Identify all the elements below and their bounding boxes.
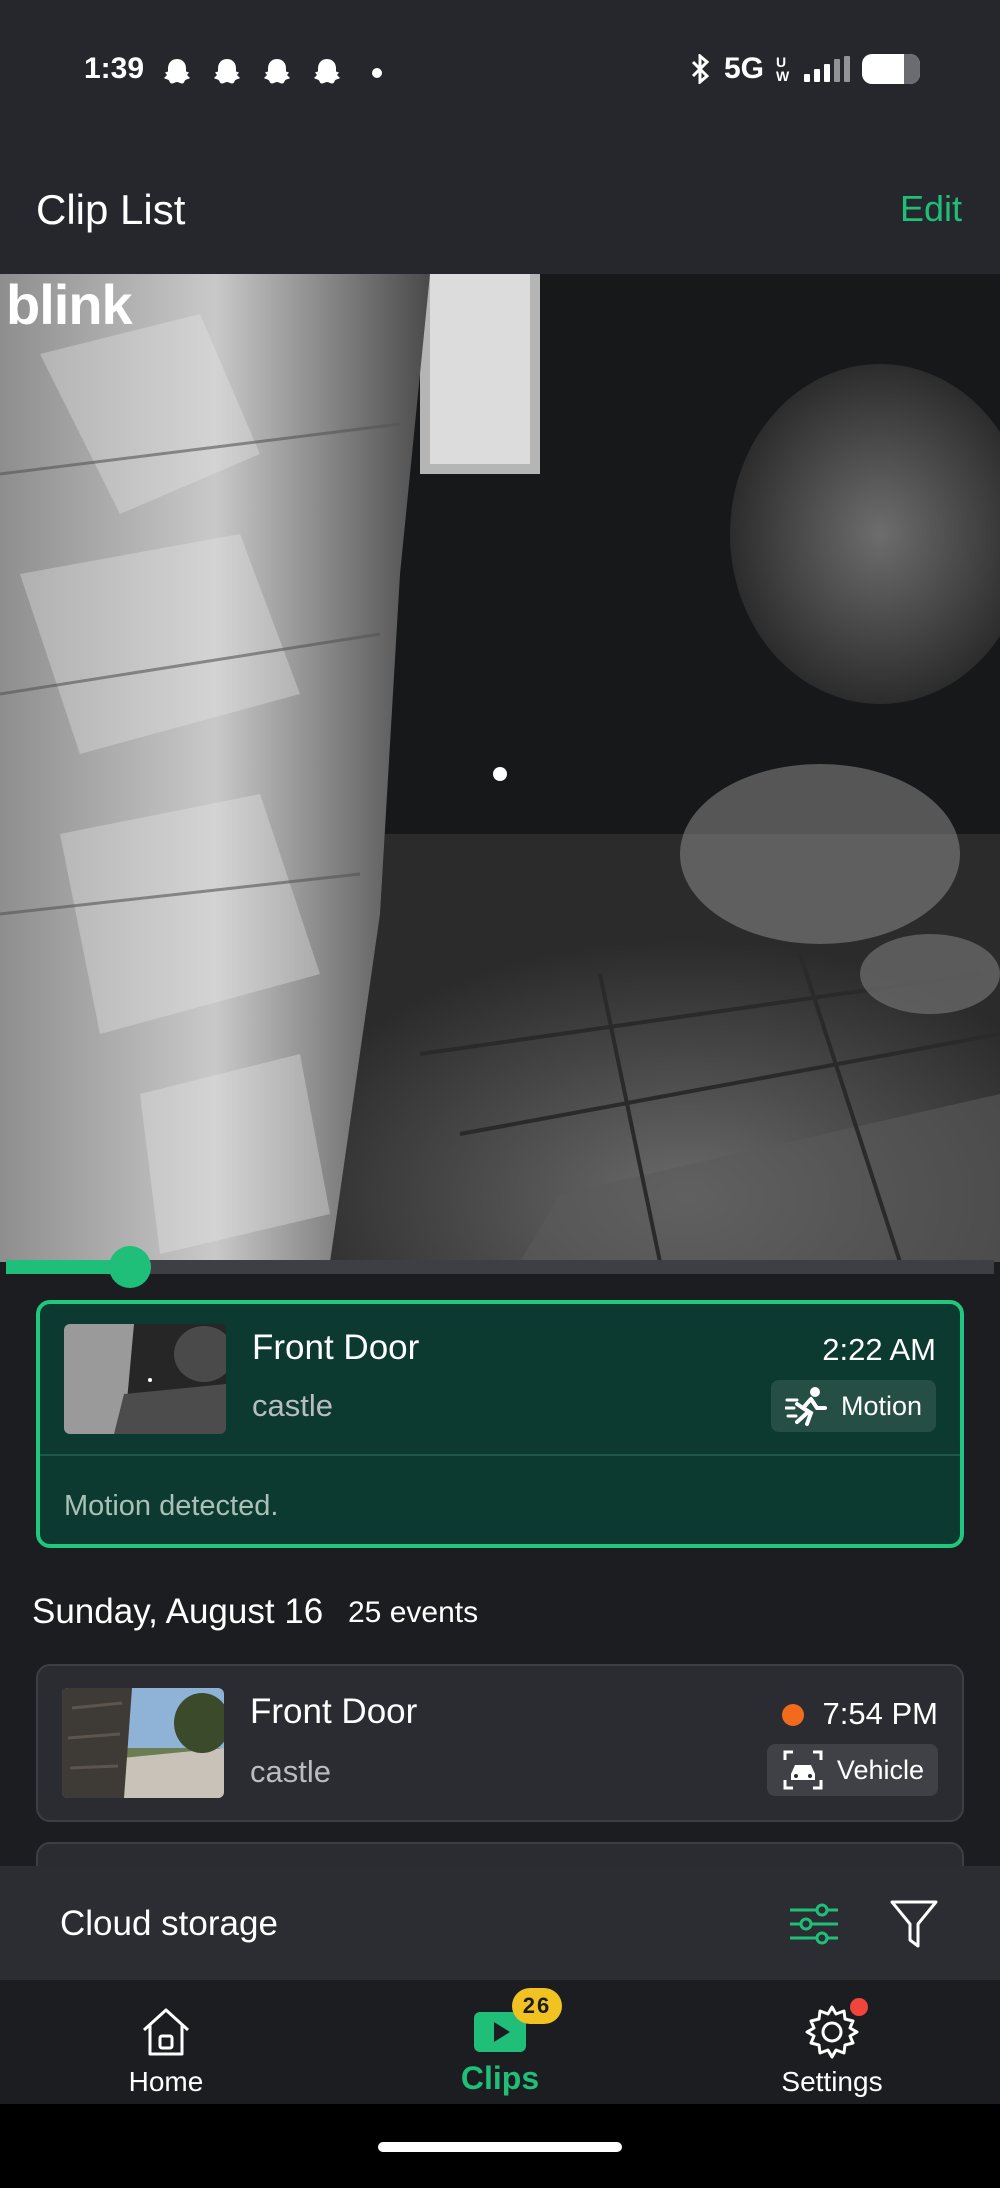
date-group-count: 25 events — [348, 1596, 479, 1629]
cloud-storage-label: Cloud storage — [60, 1904, 278, 1943]
card-divider — [40, 1454, 960, 1456]
clip-location: castle — [252, 1388, 333, 1423]
tab-home-label: Home — [128, 2066, 204, 2097]
motion-tag: Motion — [770, 1380, 936, 1432]
notification-icons — [160, 56, 382, 90]
network-subtype: UW — [776, 54, 790, 84]
filter-icon[interactable] — [886, 1896, 942, 1952]
signal-icon — [804, 56, 850, 82]
tab-settings[interactable]: Settings — [732, 1980, 932, 2104]
running-person-icon — [784, 1387, 827, 1426]
clip-time: 7:54 PM — [822, 1696, 938, 1731]
bluetooth-icon — [691, 54, 710, 84]
active-clip-card[interactable]: Front Door castle 2:22 AM Motion Motion … — [36, 1300, 964, 1548]
clip-description: Motion detected. — [64, 1490, 279, 1522]
blink-logo: blink — [6, 273, 133, 336]
status-right: 5G UW — [688, 52, 920, 86]
video-scrubber-track[interactable] — [6, 1260, 994, 1274]
cloud-storage-bar: Cloud storage — [0, 1866, 1000, 1980]
video-scrubber-handle[interactable] — [109, 1246, 151, 1288]
clip-thumbnail — [64, 1324, 226, 1434]
clip-time: 2:22 AM — [822, 1332, 936, 1367]
page-title: Clip List — [36, 186, 186, 233]
more-notifications-dot — [372, 68, 382, 78]
vehicle-icon — [783, 1750, 823, 1790]
motion-tag-label: Motion — [840, 1390, 922, 1421]
vehicle-tag: Vehicle — [766, 1744, 938, 1796]
clip-camera-name: Front Door — [250, 1692, 418, 1731]
app-header: Clip List Edit — [0, 150, 1000, 274]
tab-home[interactable]: Home — [66, 1980, 266, 2104]
network-type: 5G — [723, 52, 764, 85]
clip-camera-name: Front Door — [252, 1328, 420, 1367]
snapchat-icon — [214, 59, 240, 84]
home-icon — [142, 2008, 190, 2056]
clips-count-badge: 26 — [512, 1988, 562, 2024]
settings-notification-dot — [850, 1998, 868, 2016]
night-camera-frame — [0, 274, 1000, 1262]
video-player[interactable] — [0, 274, 1000, 1262]
sliders-icon[interactable] — [786, 1896, 842, 1952]
tab-clips-label: Clips — [460, 2060, 540, 2096]
tab-clips[interactable]: Clips — [400, 1980, 600, 2104]
unseen-indicator — [782, 1704, 804, 1726]
date-group-heading: Sunday, August 16 — [32, 1592, 324, 1631]
status-time: 1:39 — [84, 52, 145, 85]
vehicle-tag-label: Vehicle — [836, 1754, 924, 1785]
edit-button[interactable]: Edit — [900, 188, 962, 230]
tab-settings-label: Settings — [781, 2066, 883, 2097]
snapchat-icon — [264, 59, 290, 84]
tab-bar: Home Clips Settings — [0, 1980, 1000, 2104]
home-indicator[interactable] — [378, 2142, 622, 2152]
clip-card[interactable]: Front Door castle 7:54 PM Vehicle — [36, 1664, 964, 1822]
snapchat-icon — [164, 59, 190, 84]
clip-thumbnail — [62, 1688, 224, 1798]
snapchat-icon — [314, 59, 340, 84]
clip-location: castle — [250, 1754, 331, 1789]
status-bar: 1:39 5G UW — [0, 0, 1000, 150]
battery-icon — [862, 54, 920, 84]
